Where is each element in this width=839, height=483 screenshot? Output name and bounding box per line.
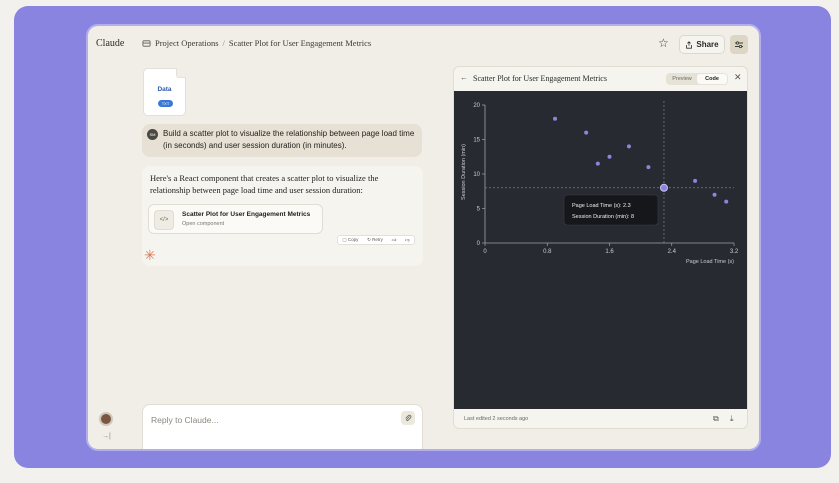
artifact-title: Scatter Plot for User Engagement Metrics: [182, 211, 311, 218]
user-message: SM Build a scatter plot to visualize the…: [142, 124, 422, 157]
file-name: Data: [157, 86, 172, 93]
highlighted-point: [659, 183, 668, 192]
tooltip-box: [563, 194, 659, 226]
y-tick-label: 15: [473, 138, 480, 144]
message-actions: ▢ Copy ↻ Retry 👍︎ 👎︎: [337, 235, 415, 245]
thumbs-down-icon[interactable]: 👎︎: [405, 237, 410, 243]
close-icon[interactable]: ✕: [734, 72, 742, 83]
data-point: [553, 116, 558, 121]
y-tick-label: 0: [477, 241, 481, 247]
assistant-message-text: Here's a React component that creates a …: [150, 173, 379, 195]
top-bar: Claude Project Operations / Scatter Plot…: [88, 26, 759, 64]
breadcrumb-separator: /: [222, 38, 225, 48]
claude-spark-icon: ✳: [144, 247, 156, 263]
data-point: [595, 161, 600, 166]
expand-sidebar-icon[interactable]: →|: [102, 433, 111, 440]
artifact-subtitle: Open component: [182, 221, 225, 227]
x-tick-label: 1.6: [605, 249, 614, 255]
x-tick-label: 0.8: [543, 249, 552, 255]
reply-placeholder: Reply to Claude...: [151, 415, 219, 425]
download-icon[interactable]: ⤓: [730, 414, 734, 424]
data-point: [626, 144, 631, 149]
code-icon: </>: [154, 210, 174, 230]
sliders-icon: [735, 41, 743, 49]
y-tick-label: 10: [473, 172, 480, 178]
x-tick-label: 3.2: [730, 249, 739, 255]
y-tick-label: 5: [477, 207, 481, 213]
app-window: Claude Project Operations / Scatter Plot…: [88, 26, 759, 449]
scatter-chart-svg: 0 0.8 1.6 2.4 3.2 0 5 10 15 20 Page Load Time (s) S…: [461, 101, 739, 265]
last-edited-text: Last edited 2 seconds ago: [464, 416, 529, 422]
data-point: [646, 165, 651, 170]
paperclip-icon: [405, 414, 412, 422]
retry-label: Retry: [372, 237, 383, 242]
copy-label: Copy: [347, 237, 359, 242]
project-icon: [142, 39, 151, 47]
artifact-card[interactable]: </> Scatter Plot for User Engagement Met…: [148, 204, 323, 234]
thumbs-up-icon[interactable]: 👍︎: [392, 237, 397, 243]
breadcrumb-chat-title[interactable]: Scatter Plot for User Engagement Metrics: [229, 38, 371, 48]
back-arrow-icon[interactable]: ←: [460, 73, 468, 82]
file-corner: [176, 68, 186, 78]
star-icon[interactable]: ☆: [658, 36, 669, 50]
tab-code[interactable]: Code: [697, 74, 727, 84]
share-label: Share: [696, 40, 719, 49]
y-tick-label: 20: [473, 103, 480, 109]
retry-button[interactable]: ↻ Retry: [367, 237, 383, 243]
scatter-chart: 0 0.8 1.6 2.4 3.2 0 5 10 15 20 Page Load Time (s) S…: [454, 91, 747, 409]
data-point: [724, 199, 729, 204]
attached-file[interactable]: Data TXT: [143, 68, 186, 116]
file-type-badge: TXT: [158, 100, 173, 107]
breadcrumb: Project Operations / Scatter Plot for Us…: [142, 38, 371, 48]
copy-icon[interactable]: ⧉: [713, 414, 719, 424]
user-message-text: Build a scatter plot to visualize the re…: [163, 129, 415, 150]
reply-box[interactable]: Reply to Claude...: [142, 404, 423, 449]
assistant-message: Here's a React component that creates a …: [142, 166, 423, 266]
breadcrumb-project[interactable]: Project Operations: [155, 38, 219, 48]
tooltip-line-1: Page Load Time (s): 2.3: [572, 203, 631, 209]
data-point: [712, 192, 717, 197]
user-profile-avatar[interactable]: [99, 412, 113, 426]
view-toggle: Preview Code: [666, 73, 728, 85]
artifact-panel-title: Scatter Plot for User Engagement Metrics: [473, 74, 607, 83]
tooltip-line-2: Session Duration (min): 8: [572, 214, 634, 220]
x-axis-label: Page Load Time (s): [686, 259, 734, 265]
data-point: [584, 130, 589, 135]
share-button[interactable]: Share: [679, 35, 725, 54]
artifact-panel-header: ← Scatter Plot for User Engagement Metri…: [454, 67, 747, 91]
artifact-panel-footer: Last edited 2 seconds ago ⧉ ⤓: [454, 409, 747, 428]
app-logo[interactable]: Claude: [96, 38, 124, 49]
attach-button[interactable]: [401, 411, 415, 425]
y-axis-label: Session Duration (min): [461, 144, 467, 200]
data-point: [693, 178, 698, 183]
share-icon: [686, 40, 693, 49]
data-point: [607, 154, 612, 159]
user-avatar: SM: [147, 129, 158, 140]
settings-button[interactable]: [730, 35, 748, 54]
copy-button[interactable]: ▢ Copy: [342, 237, 358, 243]
x-tick-label: 2.4: [668, 249, 677, 255]
x-tick-label: 0: [483, 249, 487, 255]
tab-preview[interactable]: Preview: [667, 74, 697, 84]
artifact-panel: ← Scatter Plot for User Engagement Metri…: [453, 66, 748, 429]
